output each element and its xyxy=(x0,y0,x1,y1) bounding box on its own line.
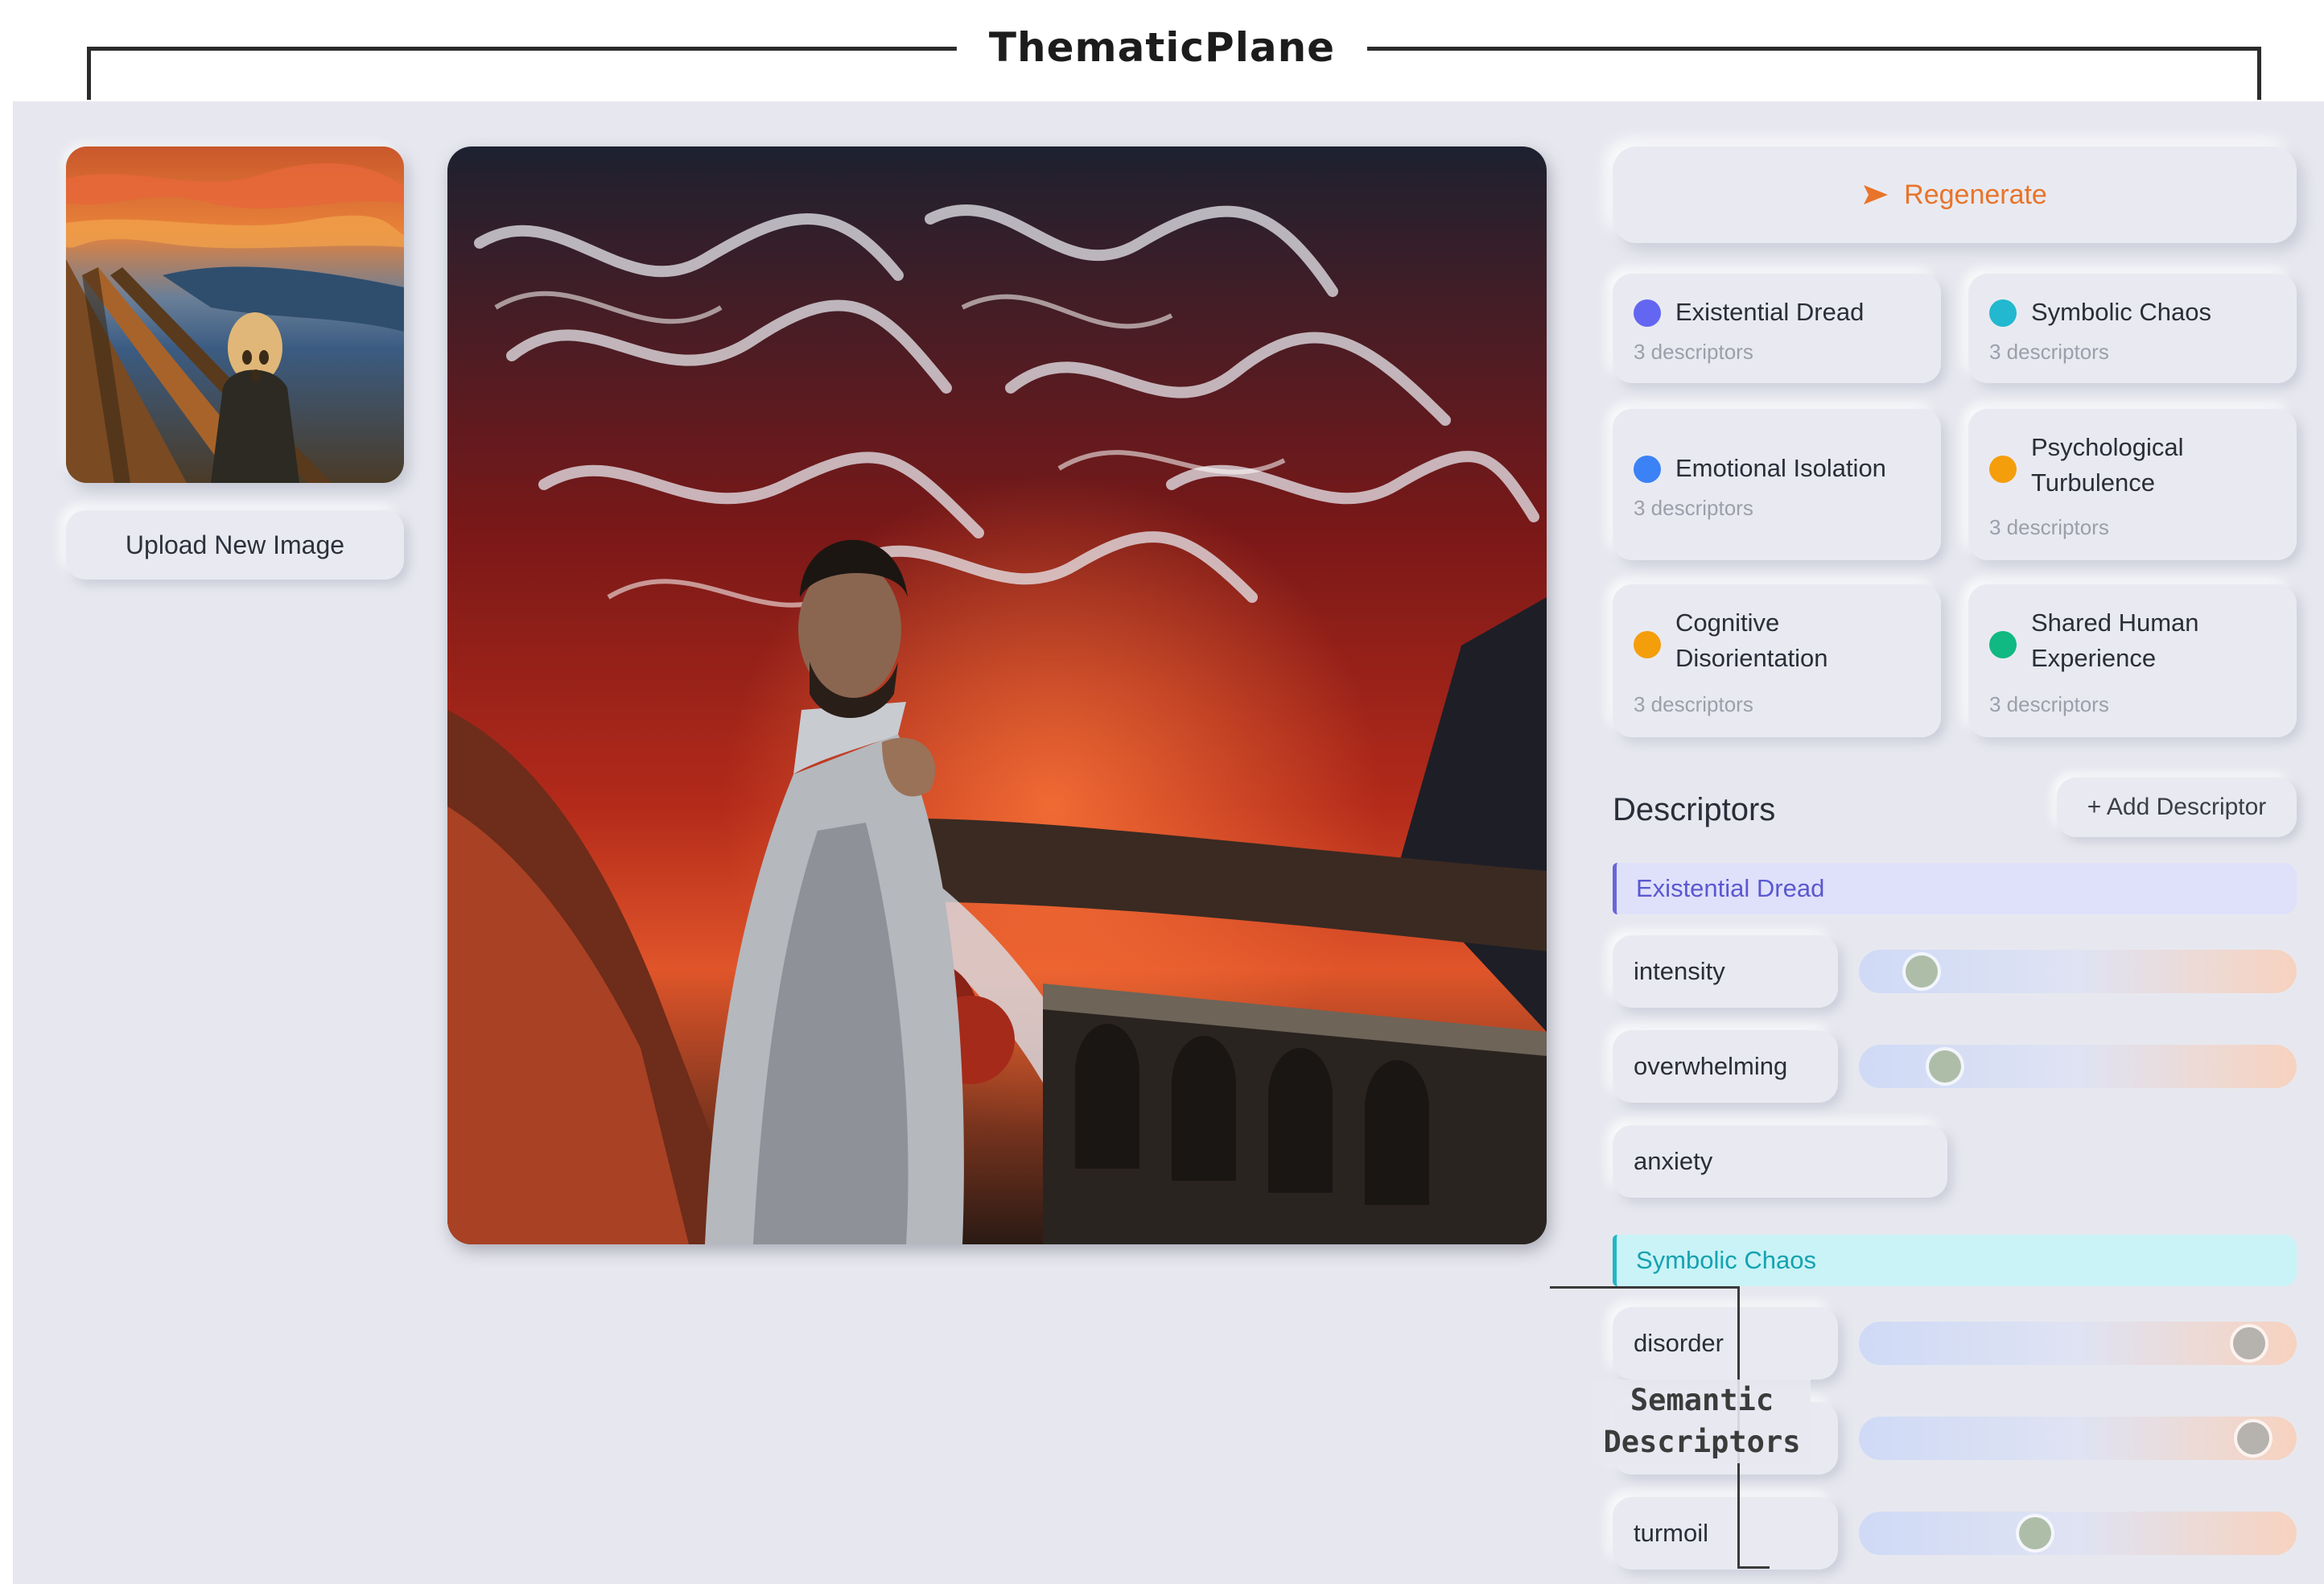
regenerate-button[interactable]: Regenerate xyxy=(1613,146,2297,243)
theme-count: 3 descriptors xyxy=(1634,496,1753,520)
theme-count: 3 descriptors xyxy=(1989,692,2109,716)
theme-count: 3 descriptors xyxy=(1634,692,1753,716)
group-header-symbolic-chaos[interactable]: Symbolic Chaos xyxy=(1613,1235,2297,1286)
theme-color-dot xyxy=(1634,631,1661,658)
theme-color-dot xyxy=(1989,299,2017,327)
descriptor-slider[interactable] xyxy=(1859,950,2297,993)
descriptor-slider[interactable] xyxy=(1859,1045,2297,1088)
generated-artwork xyxy=(447,146,1547,1244)
theme-count: 3 descriptors xyxy=(1634,340,1753,364)
descriptors-heading: Descriptors xyxy=(1613,792,1776,827)
annotation-line-1: Semantic xyxy=(1630,1383,1774,1417)
theme-color-dot xyxy=(1634,299,1661,327)
theme-card-existential-dread[interactable]: Existential Dread 3 descriptors xyxy=(1613,274,1941,383)
theme-card-psychological-turbulence[interactable]: Psychological Turbulence 3 descriptors xyxy=(1968,409,2297,560)
slider-thumb[interactable] xyxy=(2232,1327,2265,1359)
descriptor-slider[interactable] xyxy=(1859,1512,2297,1555)
descriptor-chip-disorder[interactable]: disorder xyxy=(1613,1307,1838,1380)
source-thumbnail xyxy=(66,146,404,483)
descriptor-chip-overwhelming[interactable]: overwhelming xyxy=(1613,1030,1838,1103)
theme-color-dot xyxy=(1989,456,2017,483)
upload-new-image-button[interactable]: Upload New Image xyxy=(66,510,404,580)
regenerate-label: Regenerate xyxy=(1904,179,2047,210)
app-title: ThematicPlane xyxy=(956,24,1368,71)
theme-name: Existential Dread xyxy=(1675,298,1865,326)
descriptor-chip-anxiety[interactable]: anxiety xyxy=(1613,1125,1947,1198)
annotation-line xyxy=(1550,1286,1740,1289)
descriptor-chip-turmoil[interactable]: turmoil xyxy=(1613,1497,1838,1570)
slider-thumb[interactable] xyxy=(2018,1517,2051,1549)
app-panel: Upload New Image Regenerate Existential … xyxy=(13,101,2324,1584)
slider-thumb[interactable] xyxy=(2236,1422,2269,1454)
send-icon xyxy=(1864,185,1889,204)
generated-image xyxy=(447,146,1547,1244)
theme-name: Cognitive Disorientation xyxy=(1675,608,1828,672)
theme-name: Symbolic Chaos xyxy=(2031,298,2211,326)
theme-card-cognitive-disorientation[interactable]: Cognitive Disorientation 3 descriptors xyxy=(1613,584,1941,737)
annotation-line xyxy=(1737,1566,1770,1569)
descriptor-slider[interactable] xyxy=(1859,1322,2297,1365)
source-painting-image xyxy=(66,146,404,483)
add-descriptor-button[interactable]: + Add Descriptor xyxy=(2057,778,2297,837)
theme-color-dot xyxy=(1634,456,1661,483)
slider-thumb[interactable] xyxy=(1929,1050,1962,1083)
group-header-existential-dread[interactable]: Existential Dread xyxy=(1613,863,2297,914)
theme-name: Psychological Turbulence xyxy=(2031,433,2184,497)
theme-count: 3 descriptors xyxy=(1989,515,2109,539)
theme-count: 3 descriptors xyxy=(1989,340,2109,364)
theme-name: Shared Human Experience xyxy=(2031,608,2199,672)
descriptor-chip-intensity[interactable]: intensity xyxy=(1613,935,1838,1008)
annotation-label: Semantic Descriptors xyxy=(1593,1380,1811,1463)
theme-card-shared-human-experience[interactable]: Shared Human Experience 3 descriptors xyxy=(1968,584,2297,737)
theme-color-dot xyxy=(1989,631,2017,658)
theme-name: Emotional Isolation xyxy=(1675,454,1886,482)
theme-card-emotional-isolation[interactable]: Emotional Isolation 3 descriptors xyxy=(1613,409,1941,560)
annotation-line-2: Descriptors xyxy=(1603,1425,1801,1459)
theme-card-symbolic-chaos[interactable]: Symbolic Chaos 3 descriptors xyxy=(1968,274,2297,383)
descriptor-slider[interactable] xyxy=(1859,1417,2297,1460)
slider-thumb[interactable] xyxy=(1906,955,1939,988)
